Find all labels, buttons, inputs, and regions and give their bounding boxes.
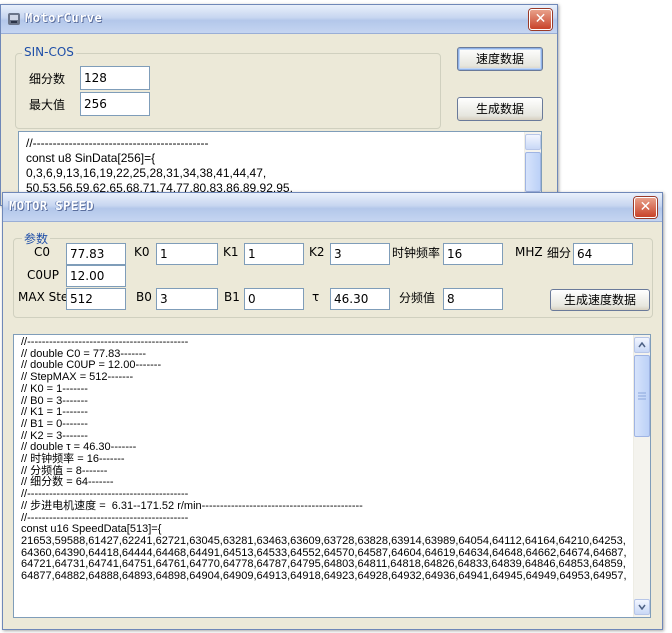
scroll-thumb[interactable] [634,355,650,437]
chevron-up-icon[interactable] [634,337,650,353]
motorcurve-window: MotorCurve ✕ SIN-COS 细分数 128 最大值 256 速度数… [0,4,558,206]
k1-label: K1 [223,245,239,259]
b1-label: B1 [224,290,240,304]
tau-label: τ [312,290,320,304]
app-icon [8,13,20,25]
motorcurve-title: MotorCurve [25,11,103,25]
coup-input[interactable]: 12.00 [66,265,126,287]
motorspeed-window: MOTOR SPEED ✕ 参数 C0 77.83 C0UP 12.00 MAX… [2,192,663,630]
b1-input[interactable]: 0 [244,288,304,310]
motorspeed-titlebar[interactable]: MOTOR SPEED ✕ [3,193,662,222]
chevron-down-icon[interactable] [634,599,650,615]
close-icon: ✕ [534,11,547,27]
k0-label: K0 [134,245,150,259]
max-value-label: 最大值 [29,98,66,112]
k0-input[interactable]: 1 [156,243,218,265]
close-button[interactable]: ✕ [529,9,552,30]
speeddata-output[interactable]: //--------------------------------------… [13,334,651,618]
speed-subdiv-label: 细分 [547,246,572,260]
tau-input[interactable]: 46.30 [330,288,390,310]
sincos-group: SIN-COS [15,45,441,129]
generate-speed-data-button[interactable]: 生成速度数据 [550,289,650,311]
speed-data-button[interactable]: 速度数据 [457,47,543,71]
b0-input[interactable]: 3 [156,288,218,310]
c0-label: C0 [34,245,51,259]
subdiv-input[interactable]: 128 [80,66,150,90]
chevron-up-icon[interactable]: chevron-up-icon [525,134,541,150]
close-icon: ✕ [639,199,652,215]
divider-input[interactable]: 8 [443,288,503,310]
speeddata-text: //--------------------------------------… [21,336,627,583]
divider-label: 分频值 [399,291,436,305]
generate-data-button[interactable]: 生成数据 [457,97,543,121]
motorspeed-title: MOTOR SPEED [9,199,94,213]
speeddata-scrollbar[interactable] [633,335,650,617]
scroll-thumb[interactable] [525,152,541,192]
k2-label: K2 [309,245,325,259]
sincos-group-label: SIN-COS [22,45,76,59]
clock-input[interactable]: 16 [443,243,503,265]
close-button[interactable]: ✕ [634,197,657,218]
clock-label: 时钟频率 [392,246,441,260]
b0-label: B0 [136,290,152,304]
clock-unit: MHZ [515,245,543,259]
sindata-text: //--------------------------------------… [26,136,293,195]
k2-input[interactable]: 3 [330,243,390,265]
k1-input[interactable]: 1 [244,243,304,265]
motorcurve-titlebar[interactable]: MotorCurve ✕ [1,5,557,34]
subdiv-label: 细分数 [29,72,66,86]
max-value-input[interactable]: 256 [80,92,150,116]
c0-input[interactable]: 77.83 [66,243,126,265]
maxstep-input[interactable]: 512 [66,288,126,310]
coup-label: C0UP [27,268,60,282]
speed-subdiv-input[interactable]: 64 [573,243,633,265]
